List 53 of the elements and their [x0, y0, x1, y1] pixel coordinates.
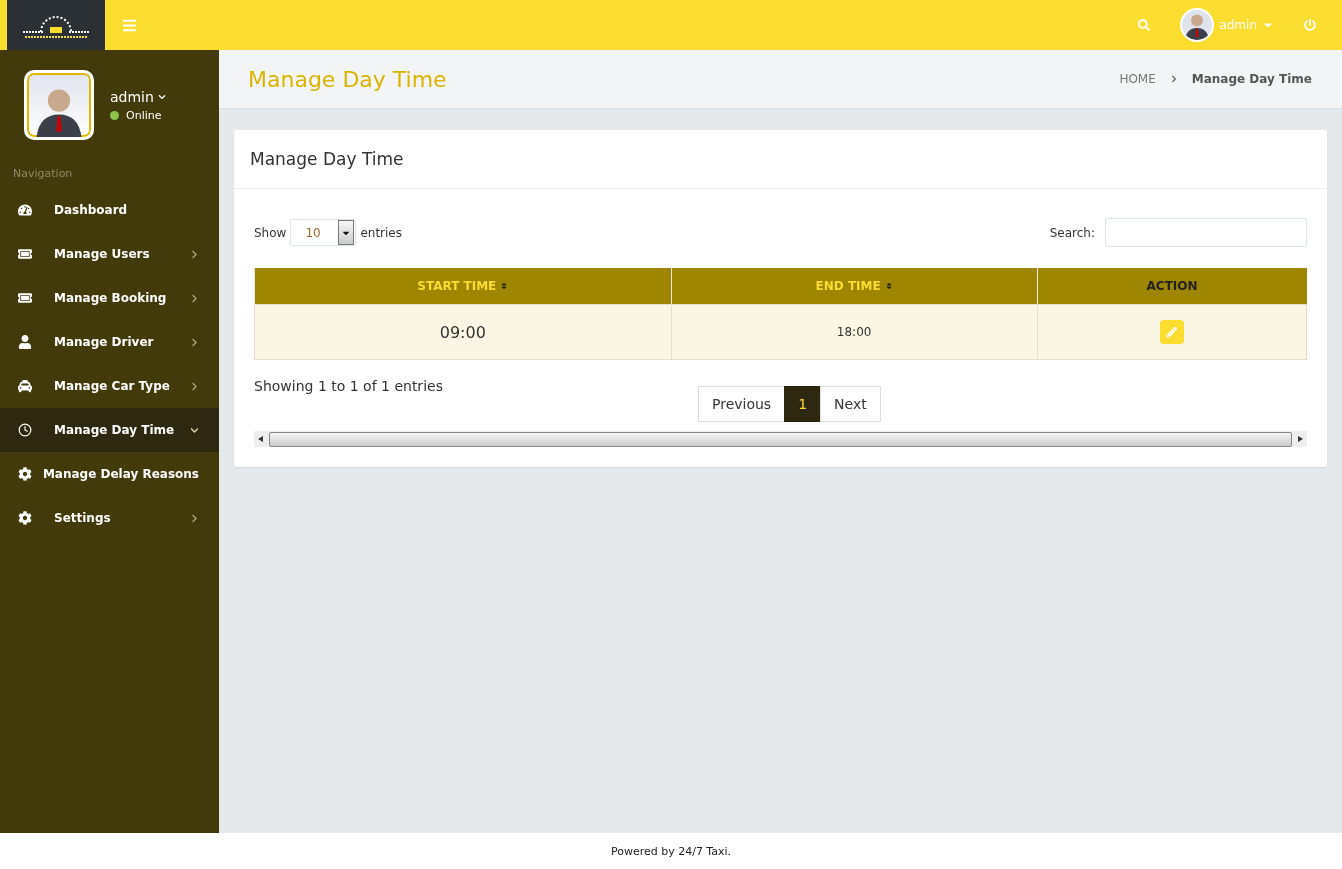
nav-item[interactable]: Manage Day Time	[0, 408, 219, 452]
show-label: Show	[254, 225, 287, 240]
horizontal-scrollbar[interactable]	[254, 431, 1307, 447]
breadcrumb-item: Manage Day Time	[1191, 72, 1312, 86]
pencil-icon	[1166, 326, 1178, 338]
right-arrow-icon[interactable]	[1298, 436, 1303, 442]
nav-label: Manage Delay Reasons	[42, 467, 199, 481]
power-icon[interactable]	[1304, 19, 1316, 31]
table-cell: 18:00	[671, 304, 1038, 360]
nav-label: Manage Driver	[54, 335, 155, 349]
pagination-button[interactable]: Previous	[698, 386, 786, 422]
nav-label: Manage Booking	[54, 291, 168, 305]
user-icon	[18, 335, 32, 349]
car-icon	[18, 379, 32, 393]
nav-item[interactable]: Manage Users	[0, 232, 219, 276]
page-title: Manage Day Time	[248, 66, 447, 92]
menu-icon[interactable]	[122, 17, 137, 33]
clock-icon	[18, 423, 32, 437]
search-icon[interactable]	[1138, 19, 1151, 31]
nav-item[interactable]: Manage Car Type	[0, 364, 219, 408]
nav-label: Dashboard	[54, 203, 129, 217]
table-info: Showing 1 to 1 of 1 entries	[254, 378, 444, 394]
entries-select[interactable]: 10	[290, 219, 357, 246]
pagination-button[interactable]: Next	[820, 386, 881, 422]
search-label: Search:	[1049, 225, 1095, 240]
entries-label: entries	[360, 225, 402, 240]
status-text: Online	[126, 108, 162, 122]
pagination-button[interactable]: 1	[784, 386, 822, 422]
nav-item[interactable]: Settings	[0, 496, 219, 540]
nav-item[interactable]: Dashboard	[0, 188, 219, 232]
nav-item[interactable]: Manage Delay Reasons	[0, 452, 219, 496]
nav-label: Manage Car Type	[54, 379, 171, 393]
column-header: ACTION	[1037, 268, 1307, 305]
user-name[interactable]: admin	[110, 88, 166, 105]
edit-button[interactable]	[1159, 320, 1184, 344]
nav-item[interactable]: Manage Driver	[0, 320, 219, 364]
table-cell: 09:00	[254, 304, 672, 360]
chevron-icon	[157, 92, 166, 101]
gear-icon	[18, 511, 32, 525]
card-title: Manage Day Time	[250, 149, 405, 169]
search-field[interactable]	[1105, 218, 1307, 247]
gear-icon	[18, 467, 32, 481]
nav-item[interactable]: Manage Booking	[0, 276, 219, 320]
gauge-icon	[18, 203, 32, 217]
breadcrumb-item[interactable]: HOME	[1119, 72, 1156, 86]
nav-label: Manage Day Time	[54, 423, 176, 437]
section-title: Navigation	[12, 166, 74, 182]
left-arrow-icon[interactable]	[258, 436, 263, 442]
nav-label: Manage Users	[54, 247, 151, 261]
ticket-icon	[18, 247, 32, 261]
ticket-icon	[18, 291, 32, 305]
chevron-icon	[1169, 75, 1178, 83]
nav-label: Settings	[54, 511, 112, 525]
